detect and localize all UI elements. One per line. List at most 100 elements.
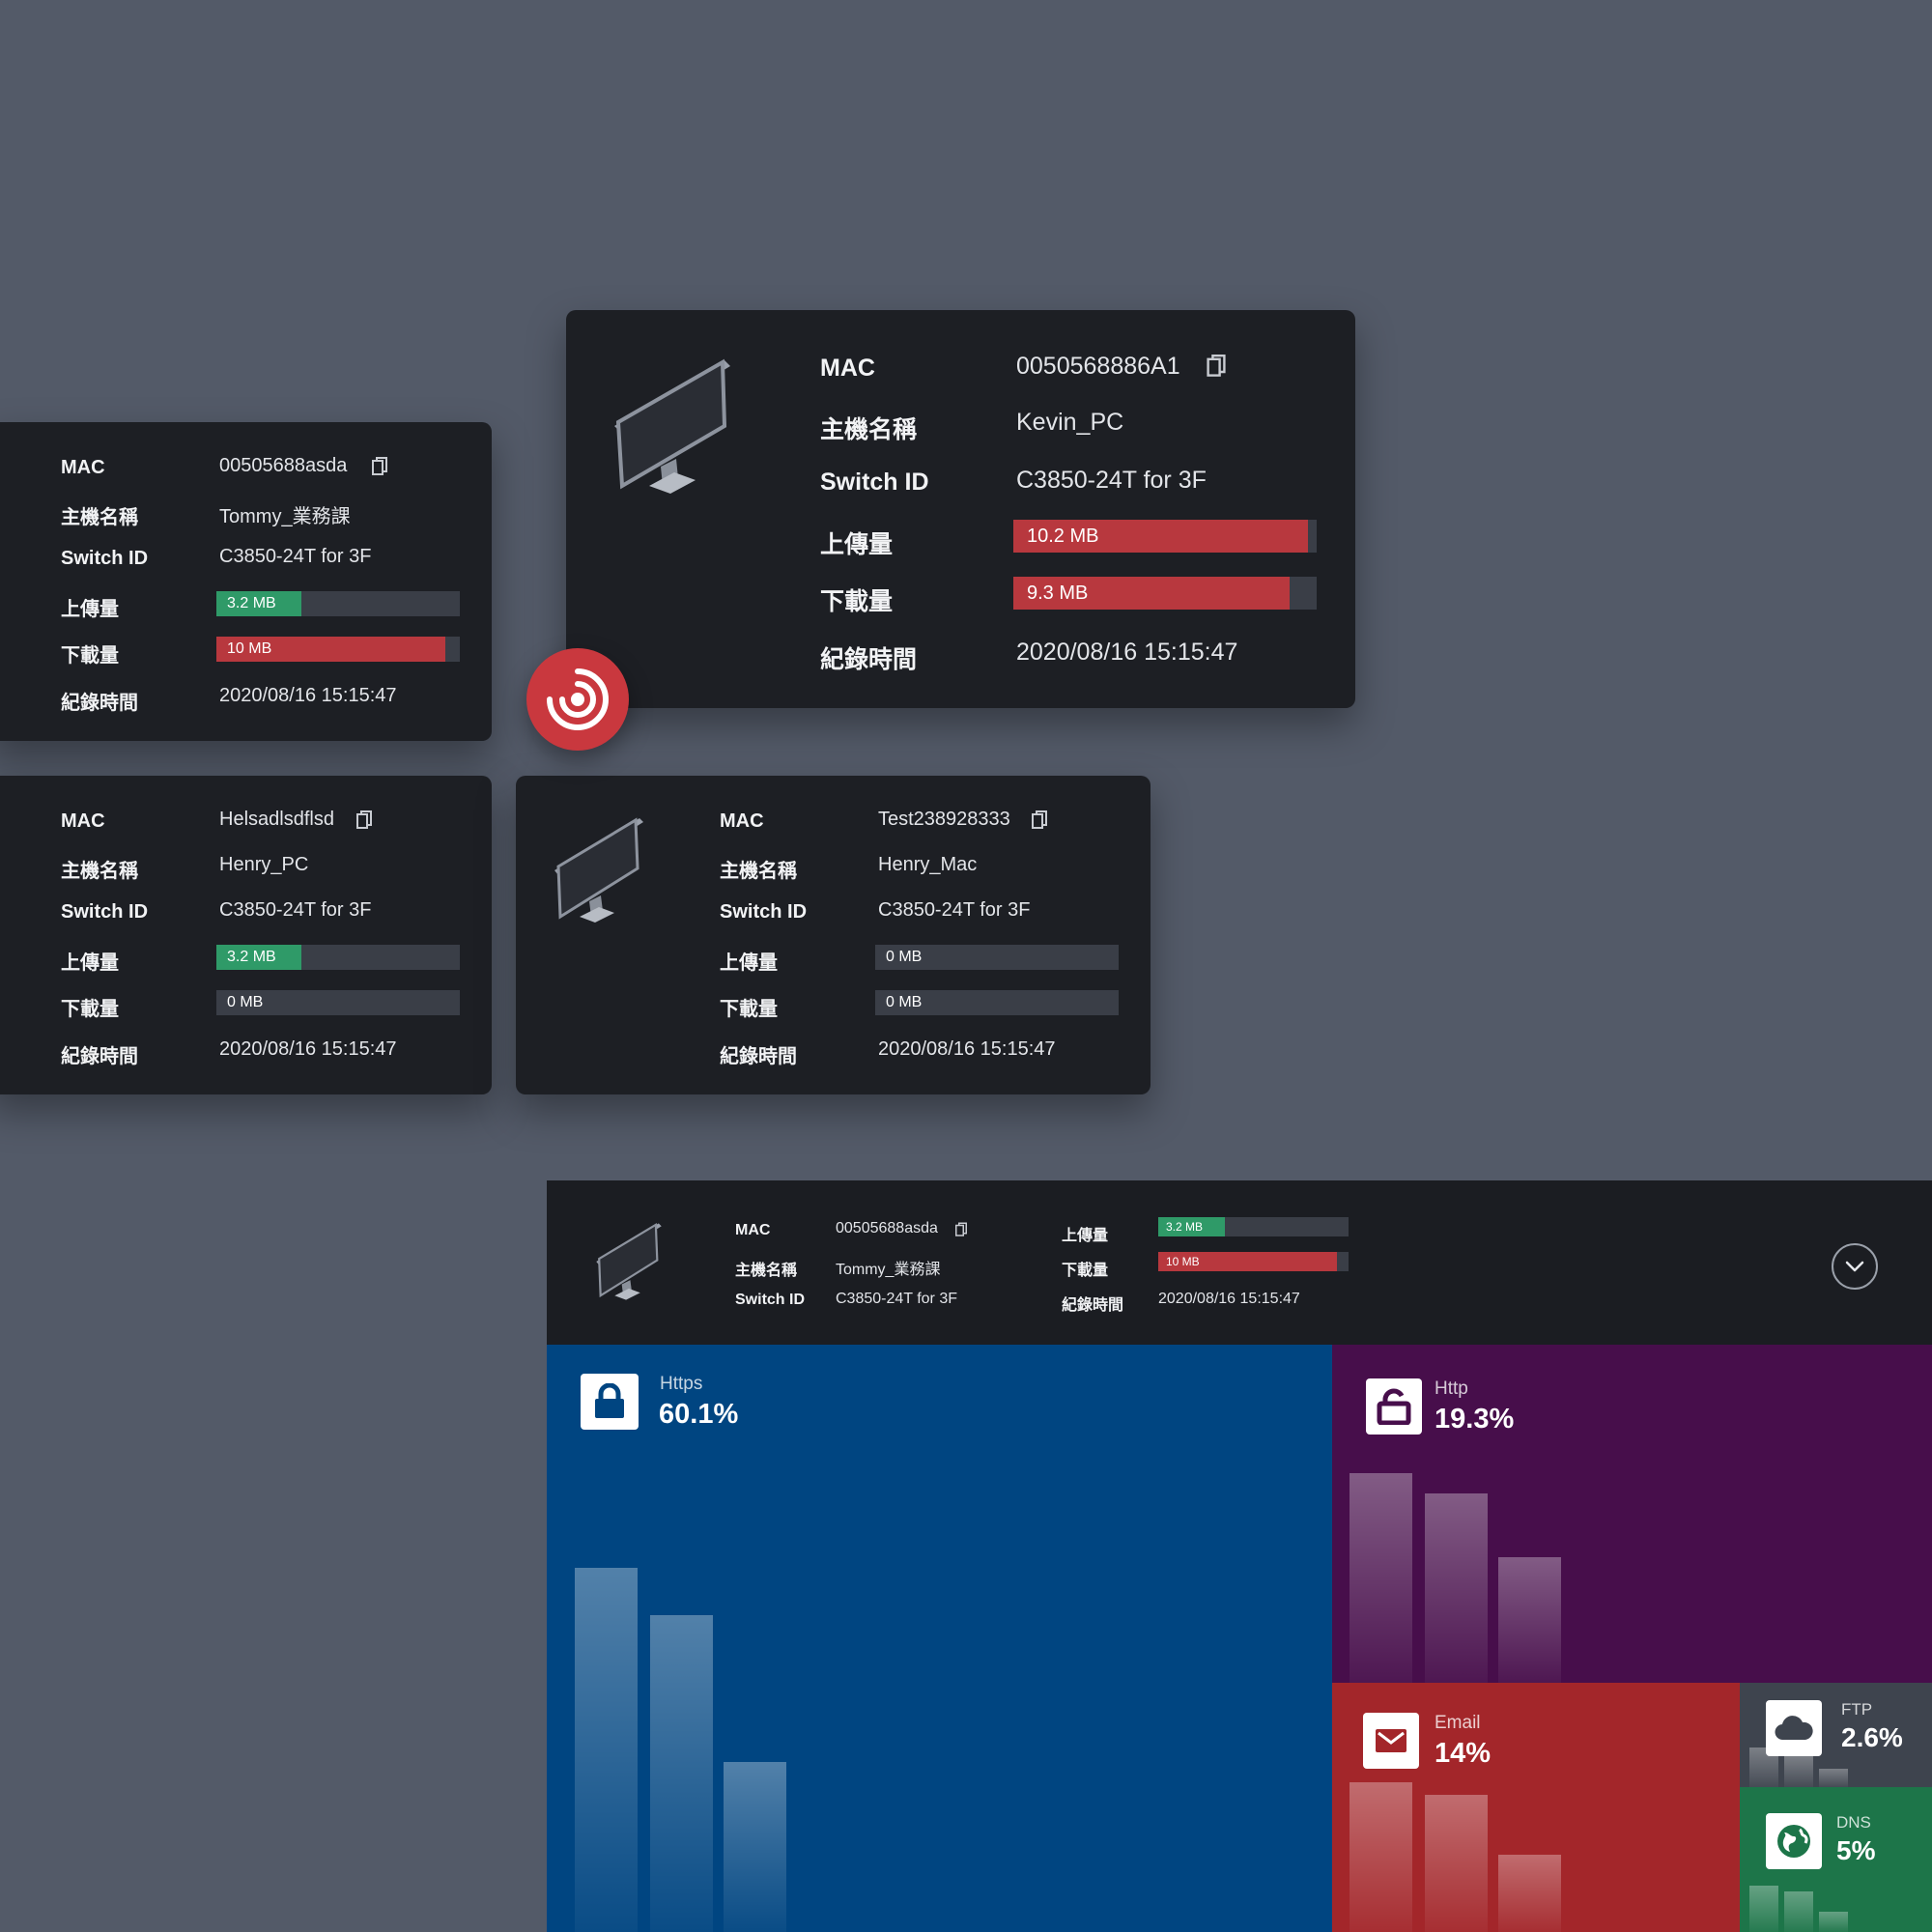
protocol-percent: 2.6% xyxy=(1841,1722,1903,1752)
download-label: 下載量 xyxy=(61,645,119,667)
upload-bar: 3.2 MB xyxy=(1158,1217,1349,1236)
upload-label: 上傳量 xyxy=(720,952,778,974)
upload-bar: 10.2 MB xyxy=(1013,520,1317,553)
download-label: 下載量 xyxy=(820,588,894,615)
tile-bar xyxy=(1425,1795,1488,1932)
tile-bar xyxy=(1819,1769,1848,1787)
protocol-percent: 5% xyxy=(1836,1835,1876,1865)
copy-icon[interactable] xyxy=(1032,810,1047,830)
signal-broadcast-icon xyxy=(547,668,609,730)
download-label: 下載量 xyxy=(61,999,119,1020)
device-card-kevin-pc[interactable]: MAC 0050568886A1 主機名稱 Kevin_PC Switch ID… xyxy=(566,310,1355,708)
switch-label: Switch ID xyxy=(720,901,808,923)
upload-label: 上傳量 xyxy=(61,599,119,620)
protocol-percent: 19.3% xyxy=(1435,1404,1515,1435)
mac-label: MAC xyxy=(820,355,875,382)
monitor-icon xyxy=(614,358,730,494)
upload-label: 上傳量 xyxy=(61,952,119,974)
time-label: 紀錄時間 xyxy=(61,693,138,714)
time-label: 紀錄時間 xyxy=(820,646,918,673)
globe-icon xyxy=(1766,1813,1822,1869)
protocol-name: Email xyxy=(1435,1713,1481,1733)
switch-value: C3850-24T for 3F xyxy=(219,899,372,921)
copy-icon[interactable] xyxy=(356,810,372,830)
time-value: 2020/08/16 15:15:47 xyxy=(219,685,397,706)
switch-label: Switch ID xyxy=(61,901,149,923)
tile-bar xyxy=(1350,1782,1412,1932)
tile-bar xyxy=(1498,1855,1561,1932)
host-value: Tommy_業務課 xyxy=(219,506,351,527)
mac-label: MAC xyxy=(61,457,105,478)
alert-button[interactable] xyxy=(526,648,629,751)
protocol-tile-ftp[interactable]: FTP 2.6% xyxy=(1740,1683,1932,1787)
host-label: 主機名稱 xyxy=(735,1263,798,1279)
copy-icon[interactable] xyxy=(372,457,387,476)
host-label: 主機名稱 xyxy=(720,861,797,882)
mac-value: 0050568886A1 xyxy=(1016,353,1180,380)
tile-bar xyxy=(1749,1886,1778,1932)
download-value: 10 MB xyxy=(1166,1255,1200,1268)
mac-label: MAC xyxy=(735,1222,771,1238)
download-value: 10 MB xyxy=(227,640,272,657)
tile-bar xyxy=(575,1568,638,1932)
time-value: 2020/08/16 15:15:47 xyxy=(219,1038,397,1060)
download-value: 0 MB xyxy=(227,994,264,1010)
mac-value: Test238928333 xyxy=(878,809,1010,830)
tile-bar xyxy=(1819,1912,1848,1932)
monitor-icon xyxy=(554,817,643,923)
protocol-tile-https[interactable]: Https 60.1% xyxy=(547,1345,1332,1932)
upload-value: 0 MB xyxy=(886,949,923,965)
host-value: Henry_Mac xyxy=(878,854,978,875)
mac-value: 00505688asda xyxy=(836,1220,938,1236)
download-bar: 0 MB xyxy=(216,990,460,1015)
switch-label: Switch ID xyxy=(820,469,929,496)
panel-header: MAC 00505688asda 主機名稱 Tommy_業務課 Switch I… xyxy=(547,1180,1932,1345)
tile-bar xyxy=(1498,1557,1561,1683)
device-card-henry-mac[interactable]: MAC Test238928333 主機名稱 Henry_Mac Switch … xyxy=(516,776,1151,1094)
download-bar: 10 MB xyxy=(1158,1252,1349,1271)
time-value: 2020/08/16 15:15:47 xyxy=(878,1038,1056,1060)
monitor-icon xyxy=(596,1222,662,1300)
protocol-tile-email[interactable]: Email 14% xyxy=(1332,1683,1740,1932)
protocol-tile-dns[interactable]: DNS 5% xyxy=(1740,1787,1932,1932)
mac-value: 00505688asda xyxy=(219,455,348,476)
download-label: 下載量 xyxy=(1062,1263,1109,1279)
tile-bar xyxy=(1425,1493,1488,1683)
protocol-name: Http xyxy=(1435,1378,1468,1399)
device-card-henry-pc[interactable]: MAC Helsadlsdflsd 主機名稱 Henry_PC Switch I… xyxy=(0,776,492,1094)
host-value: Tommy_業務課 xyxy=(836,1262,941,1278)
time-label: 紀錄時間 xyxy=(720,1046,797,1067)
unlock-icon xyxy=(1366,1378,1422,1435)
tile-bar xyxy=(650,1615,713,1932)
mac-label: MAC xyxy=(61,810,105,832)
protocol-percent: 14% xyxy=(1435,1738,1492,1769)
download-label: 下載量 xyxy=(720,999,778,1020)
upload-bar: 3.2 MB xyxy=(216,945,460,970)
download-bar: 10 MB xyxy=(216,637,460,662)
switch-value: C3850-24T for 3F xyxy=(878,899,1031,921)
time-value: 2020/08/16 15:15:47 xyxy=(1016,639,1238,666)
copy-icon[interactable] xyxy=(1207,355,1226,378)
time-label: 紀錄時間 xyxy=(1062,1297,1124,1314)
upload-value: 3.2 MB xyxy=(1166,1220,1204,1234)
copy-icon[interactable] xyxy=(955,1222,967,1237)
download-bar: 9.3 MB xyxy=(1013,577,1317,610)
lock-icon xyxy=(581,1374,639,1430)
upload-value: 3.2 MB xyxy=(227,949,276,965)
host-label: 主機名稱 xyxy=(61,507,138,528)
device-detail-panel: MAC 00505688asda 主機名稱 Tommy_業務課 Switch I… xyxy=(547,1180,1932,1932)
cloud-icon xyxy=(1766,1700,1822,1756)
chevron-down-icon xyxy=(1845,1261,1864,1272)
tile-bar xyxy=(1784,1891,1813,1932)
collapse-toggle-button[interactable] xyxy=(1832,1243,1878,1290)
time-value: 2020/08/16 15:15:47 xyxy=(1158,1291,1300,1307)
switch-value: C3850-24T for 3F xyxy=(219,546,372,567)
upload-value: 3.2 MB xyxy=(227,595,276,611)
protocol-tile-http[interactable]: Http 19.3% xyxy=(1332,1345,1932,1683)
mac-value: Helsadlsdflsd xyxy=(219,809,334,830)
switch-value: C3850-24T for 3F xyxy=(1016,467,1207,494)
device-card-tommy[interactable]: MAC 00505688asda 主機名稱 Tommy_業務課 Switch I… xyxy=(0,422,492,741)
download-value: 9.3 MB xyxy=(1027,582,1089,604)
host-label: 主機名稱 xyxy=(61,861,138,882)
tile-bar xyxy=(724,1762,786,1932)
